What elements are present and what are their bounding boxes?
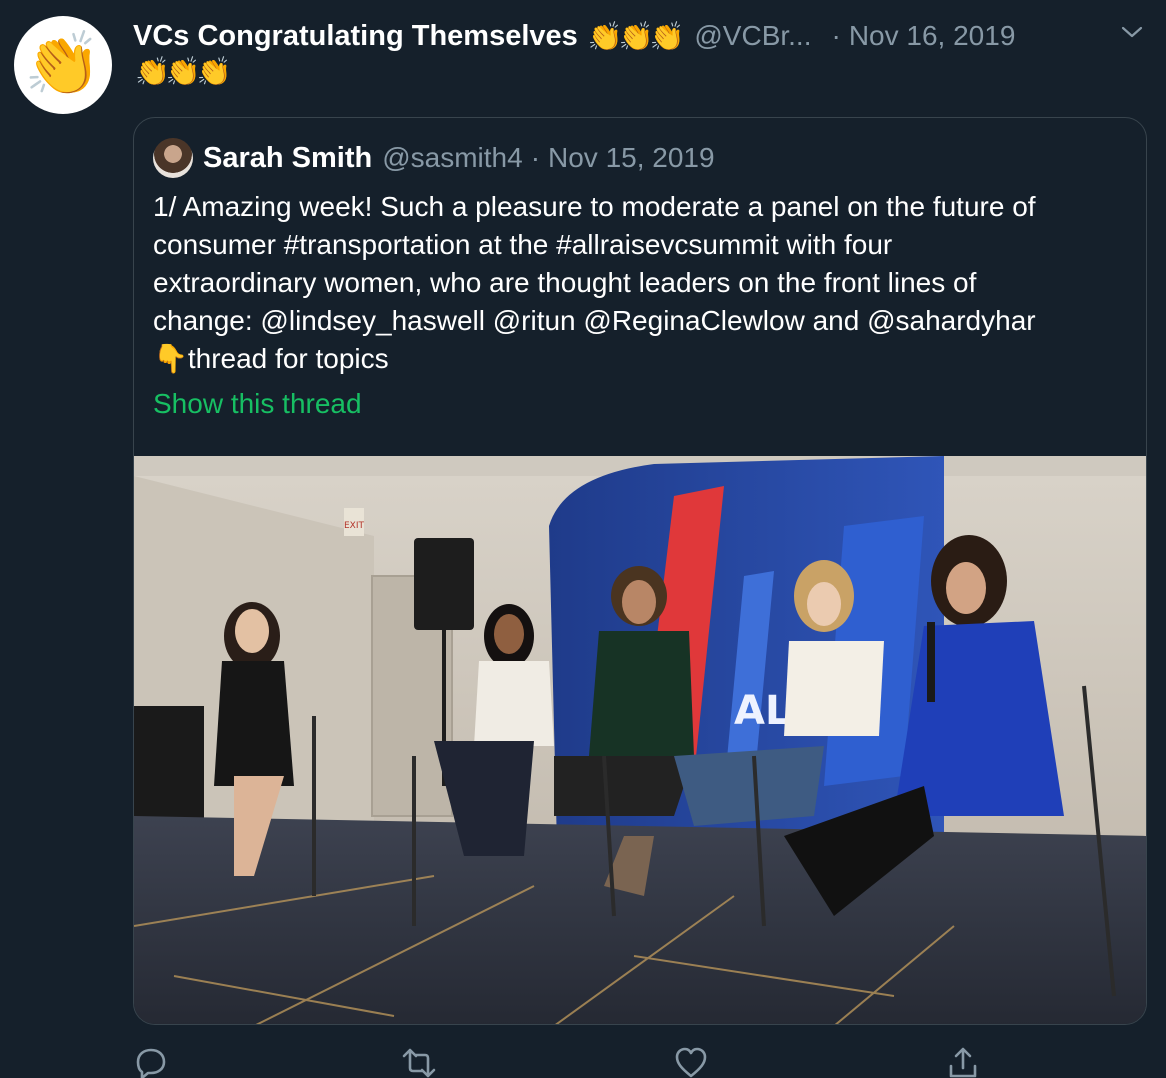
share-icon[interactable] [946, 1046, 980, 1078]
tweet-text-line: extraordinary women, who are thought lea… [153, 267, 977, 298]
tweet-actions [0, 1046, 1166, 1078]
clapping-hands-icon: 👏 [24, 30, 102, 99]
quoted-tweet-text: 1/ Amazing week! Such a pleasure to mode… [153, 188, 1138, 378]
separator: · [831, 20, 841, 51]
tweet-text-line: 👇thread for topics [153, 343, 389, 374]
panel-photo[interactable]: EXIT AL SE [134, 456, 1147, 1025]
name-emoji: 👏👏👏 [587, 20, 685, 52]
tweet-text-line: 1/ Amazing week! Such a pleasure to mode… [153, 191, 1036, 222]
quoted-tweet[interactable]: Sarah Smith @sasmith4 · Nov 15, 2019 1/ … [133, 117, 1147, 1025]
quoted-avatar [153, 138, 193, 178]
tweet-header: VCs Congratulating Themselves 👏👏👏 @VCBr.… [133, 14, 1146, 58]
exit-sign: EXIT [344, 521, 365, 531]
chevron-down-icon[interactable] [1120, 20, 1144, 44]
tweet-text-line: change: @lindsey_haswell @ritun @ReginaC… [153, 305, 1036, 336]
show-thread-link[interactable]: Show this thread [153, 388, 362, 420]
heart-icon[interactable] [674, 1046, 708, 1078]
tweet[interactable]: 👏 VCs Congratulating Themselves 👏👏👏 @VCB… [0, 0, 1166, 1078]
avatar[interactable]: 👏 [14, 16, 112, 114]
quoted-tweet-header: Sarah Smith @sasmith4 · Nov 15, 2019 [153, 138, 715, 178]
tweet-date[interactable]: Nov 16, 2019 [849, 20, 1016, 52]
quoted-date: Nov 15, 2019 [548, 142, 715, 173]
quoted-handle: @sasmith4 [382, 142, 523, 173]
name-emoji-continued: 👏👏👏 [135, 56, 232, 87]
display-name[interactable]: VCs Congratulating Themselves [133, 20, 578, 53]
quoted-display-name: Sarah Smith [203, 141, 373, 174]
retweet-icon[interactable] [402, 1046, 436, 1078]
tweet-text-line: consumer #transportation at the #allrais… [153, 229, 893, 260]
reply-icon[interactable] [134, 1046, 168, 1078]
quoted-separator: · [530, 142, 541, 173]
handle[interactable]: @VCBr... [694, 20, 811, 52]
